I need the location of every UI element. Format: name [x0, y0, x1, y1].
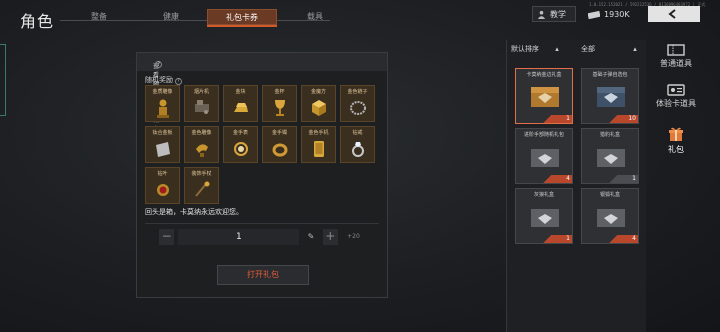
edit-icon[interactable]: ✎ [303, 229, 318, 245]
tab-vehicle[interactable]: 载具 [282, 9, 348, 25]
reward-item[interactable]: 钻叶 [145, 167, 180, 204]
ring-icon [352, 142, 364, 157]
silver-gift-box-icon [597, 209, 625, 227]
gift-message: 回头是箱，卡莫纳永远欢迎您。 [145, 208, 243, 216]
chevron-up-icon: ▴ [555, 45, 559, 53]
open-gift-button[interactable]: 打开礼包 [217, 265, 309, 285]
gold-gift-box-icon [531, 87, 559, 107]
inventory-slot-selected[interactable]: 卡莫纳金边礼盒 1 [515, 68, 573, 124]
reward-item[interactable]: 金质雕像 [145, 85, 180, 122]
silver-gift-box-icon [597, 149, 625, 167]
quantity-stepper: − 1 ✎ + +20 [159, 229, 365, 245]
watch-icon [234, 142, 248, 156]
inventory-panel: 默认排序 ▴ 全部 ▴ 卡莫纳金边礼盒 1 基础子弹自选包 10 进阶手部随机礼… [506, 40, 646, 332]
chain-icon [350, 101, 366, 115]
inventory-slot[interactable]: 银狐礼盒 4 [581, 188, 639, 244]
gift-pack-panel: 查看随机物品概率:? 随机奖励? 金质雕像 烟片机 金块 金杯 金魔方 金色链子 [136, 52, 388, 298]
money-amount: 1930K [604, 9, 630, 19]
statue-icon [196, 144, 208, 157]
inventory-slot[interactable]: 进阶手部随机礼包 4 [515, 128, 573, 184]
machine-icon [195, 100, 209, 114]
reward-item[interactable]: 钻戒 [340, 126, 375, 163]
top-bar: 角色 整备 健康 礼包卡券 载具 1.0.152.152021 / 592212… [0, 0, 720, 32]
reward-item[interactable]: 金色链子 [340, 85, 375, 122]
reward-help-icon[interactable]: ? [175, 78, 182, 85]
goblet-icon [275, 100, 285, 116]
reward-item[interactable]: 金块 [223, 85, 258, 122]
nav-item-trial-cards[interactable]: 体验卡道具 [648, 82, 704, 120]
sort-dropdown[interactable]: 默认排序 ▴ [511, 44, 559, 54]
cane-icon [195, 181, 210, 197]
gift-icon [669, 127, 683, 141]
reward-grid: 金质雕像 烟片机 金块 金杯 金魔方 金色链子 钛合金板 金色雕像 金手表 金手… [145, 85, 379, 204]
phone-icon [314, 141, 324, 157]
reward-label: 随机奖励? [145, 75, 182, 85]
page-title: 角色 [20, 12, 55, 31]
cube-icon [312, 100, 326, 116]
inventory-slot[interactable]: 猎豹礼盒 1 [581, 128, 639, 184]
tab-gift-coupons[interactable]: 礼包卡券 [207, 9, 277, 25]
plate-icon [156, 142, 170, 157]
person-icon [537, 10, 546, 19]
left-edge-tab [0, 44, 6, 116]
plus-twenty-button[interactable]: +20 [342, 229, 365, 245]
bracelet-icon [272, 143, 288, 157]
back-button[interactable] [648, 6, 700, 22]
tab-equipment[interactable]: 整备 [66, 9, 132, 25]
panel-header: 查看随机物品概率:? [137, 53, 387, 133]
help-icon[interactable]: ? [155, 61, 162, 68]
reward-item[interactable]: 金色手机 [301, 126, 336, 163]
panel-divider [145, 223, 379, 224]
id-card-icon [667, 84, 685, 96]
reward-item[interactable]: 金手表 [223, 126, 258, 163]
gold-bar-icon [234, 103, 248, 112]
back-arrow-icon [668, 9, 676, 19]
silver-gift-box-icon [531, 149, 559, 167]
inventory-slot[interactable]: 基础子弹自选包 10 [581, 68, 639, 124]
reward-item[interactable]: 金色雕像 [184, 126, 219, 163]
reward-item[interactable]: 金魔方 [301, 85, 336, 122]
guide-label: 教学 [550, 9, 566, 19]
increment-button[interactable]: + [322, 229, 338, 245]
active-tab-underline [207, 25, 277, 27]
cash-icon [588, 10, 600, 19]
silver-gift-box-icon [531, 209, 559, 227]
brooch-icon [157, 184, 169, 196]
reward-item[interactable]: 钛合金板 [145, 126, 180, 163]
reward-item[interactable]: 装饰手杖 [184, 167, 219, 204]
currency-display: 1930K [588, 6, 642, 22]
tab-health[interactable]: 健康 [138, 9, 204, 25]
quantity-input[interactable]: 1 [178, 229, 300, 245]
category-nav: 普通道具 体验卡道具 礼包 [648, 40, 704, 332]
reward-item[interactable]: 烟片机 [184, 85, 219, 122]
reward-item[interactable]: 金手镯 [262, 126, 297, 163]
statue-icon [157, 99, 169, 118]
guide-button[interactable]: 教学 [532, 6, 576, 22]
nav-item-normal-items[interactable]: 普通道具 [648, 42, 704, 80]
reward-item[interactable]: 金杯 [262, 85, 297, 122]
ticket-icon [667, 44, 685, 56]
nav-item-gift-packs[interactable]: 礼包 [648, 124, 704, 162]
decrement-button[interactable]: − [159, 229, 175, 245]
filter-dropdown[interactable]: 全部 ▴ [581, 44, 637, 54]
chevron-up-icon: ▴ [633, 45, 637, 53]
ammo-box-icon [597, 87, 625, 107]
inventory-slot[interactable]: 灰狼礼盒 1 [515, 188, 573, 244]
